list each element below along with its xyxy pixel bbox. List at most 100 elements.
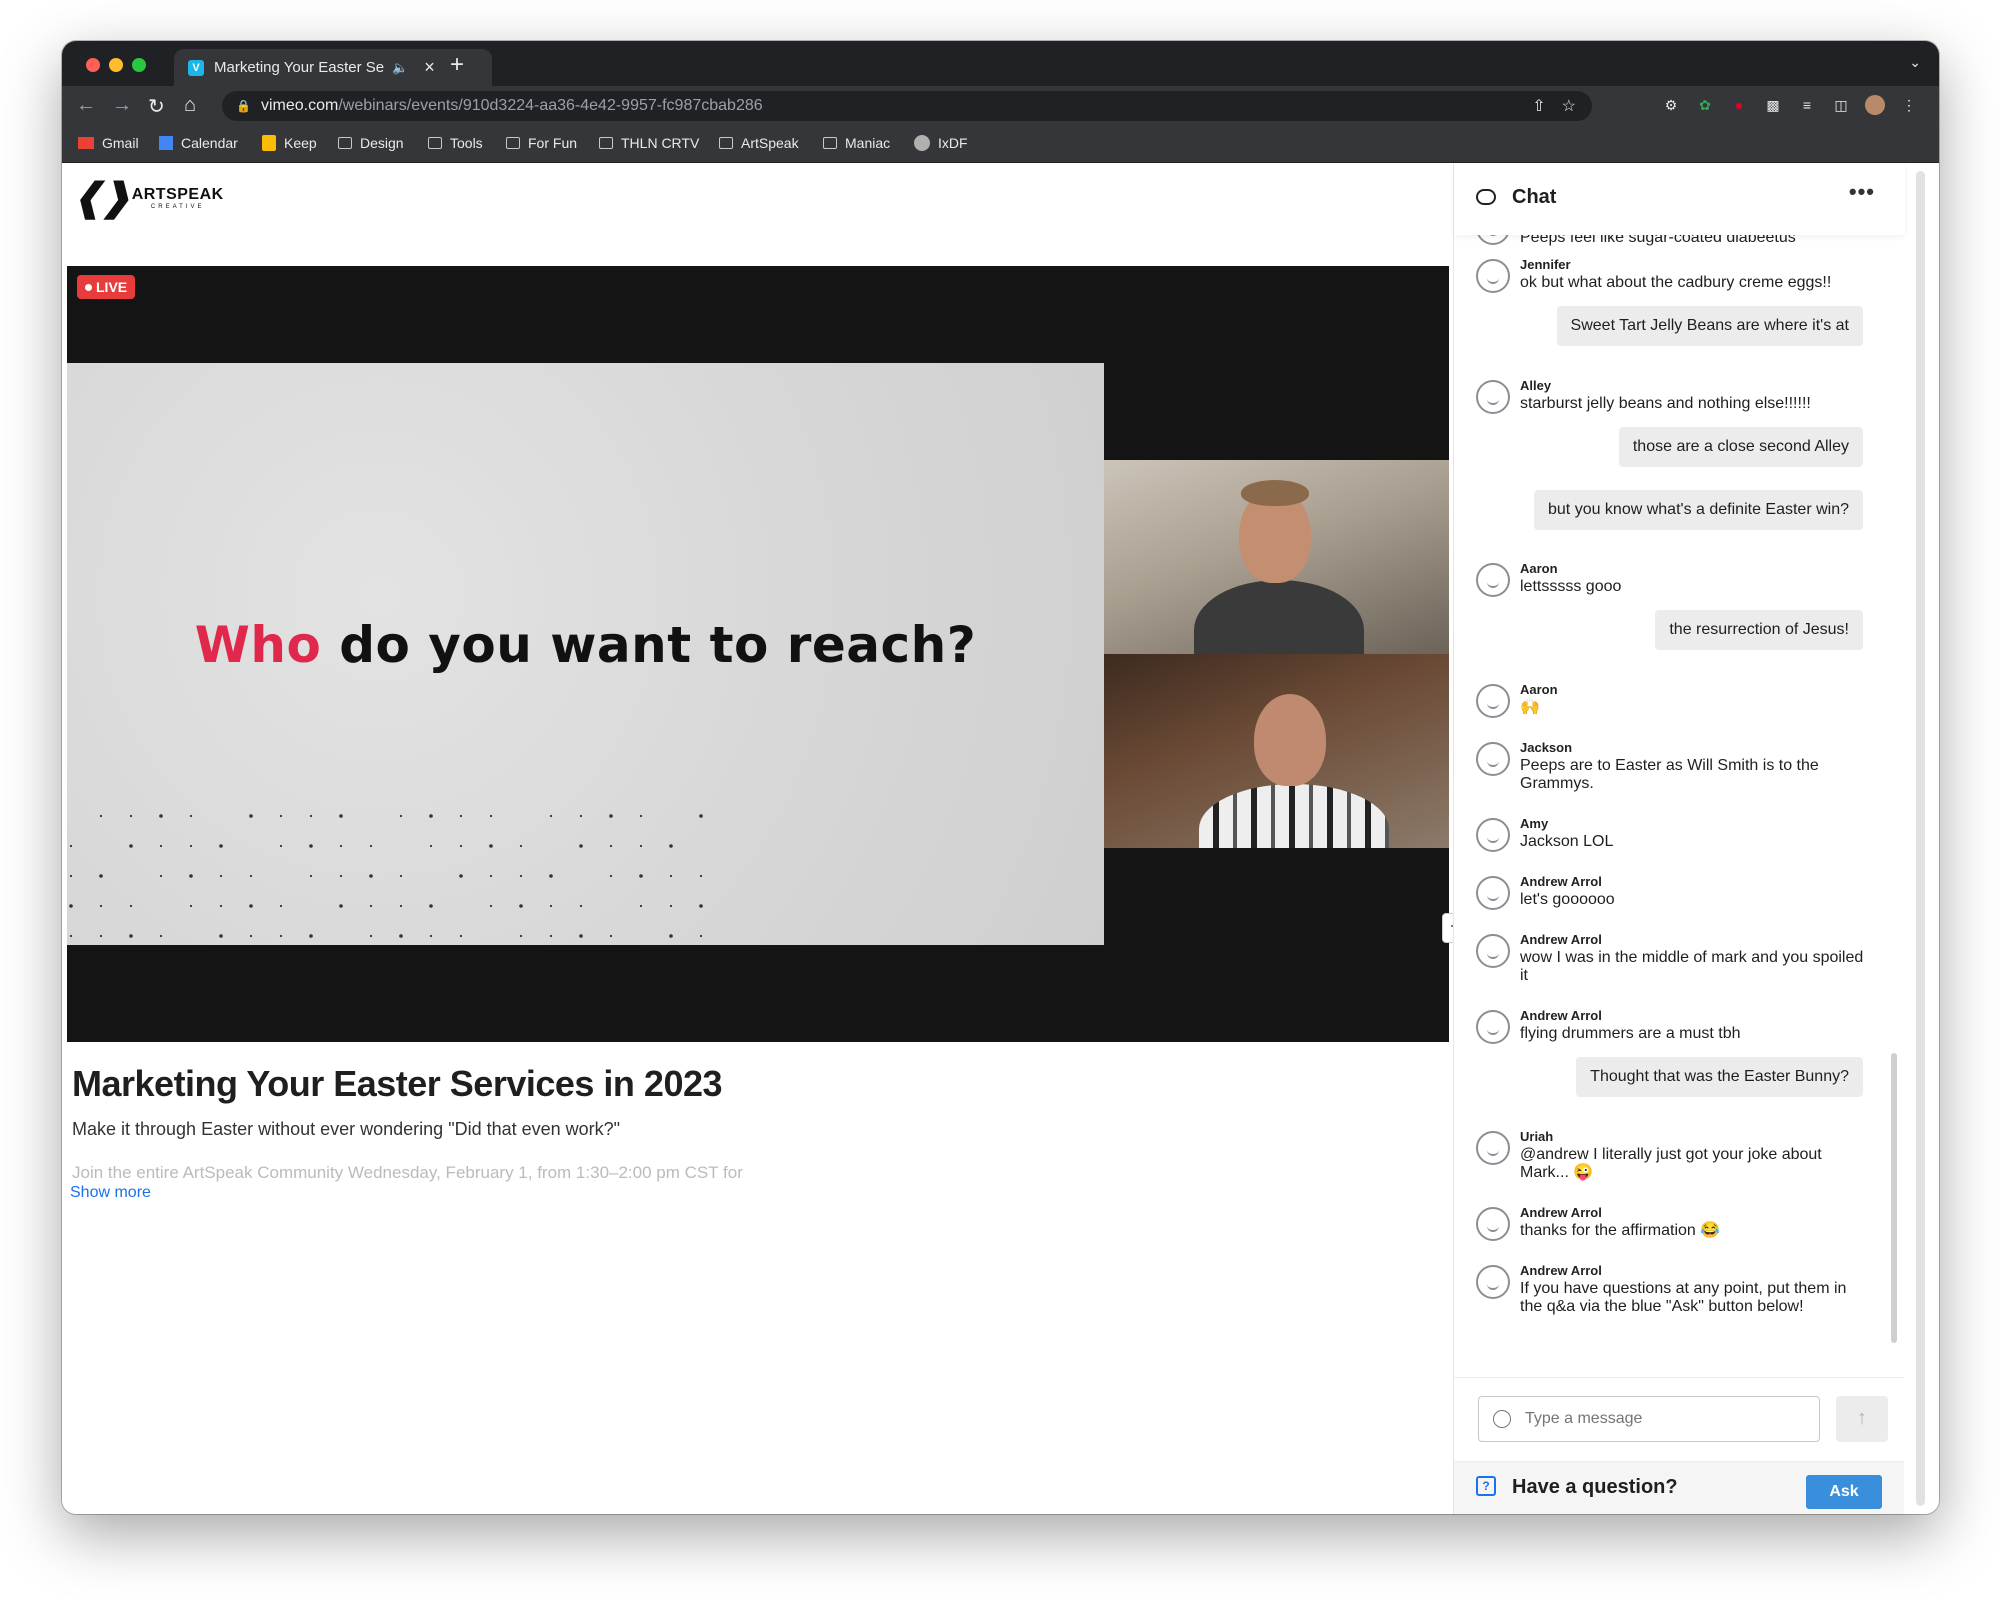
bookmark-label: ArtSpeak: [741, 135, 799, 151]
folder-icon: [599, 137, 613, 149]
chat-message-list[interactable]: Peeps feel like sugar-coated diabeetus J…: [1454, 235, 1905, 1377]
pattern-dot: [219, 904, 223, 908]
logo-text: ARTSPEAK CREATIVE: [132, 186, 224, 210]
chat-composer: ↑: [1454, 1377, 1905, 1462]
user-avatar-icon: [1476, 742, 1510, 776]
minimize-window-button[interactable]: [109, 58, 123, 72]
bookmark-keep[interactable]: Keep: [262, 135, 317, 151]
send-message-button[interactable]: ↑: [1836, 1396, 1888, 1442]
close-window-button[interactable]: [86, 58, 100, 72]
user-avatar-icon: [1476, 1131, 1510, 1165]
address-bar[interactable]: 🔒 vimeo.com/webinars/events/910d3224-aa3…: [222, 91, 1592, 121]
message-input[interactable]: [1523, 1409, 1807, 1429]
bookmark-star-icon[interactable]: ☆: [1562, 98, 1576, 115]
chat-message-text: Peeps feel like sugar-coated diabeetus: [1520, 235, 1796, 246]
pattern-dot: [489, 844, 493, 848]
bookmark-tools[interactable]: Tools: [428, 135, 483, 151]
reading-list-icon[interactable]: ≡: [1797, 95, 1817, 115]
chat-sender-name: Amy: [1520, 816, 1549, 831]
bookmark-design[interactable]: Design: [338, 135, 404, 151]
speaker-muted-icon[interactable]: 🔈: [392, 60, 408, 76]
chat-message-text: 🙌: [1520, 699, 1540, 716]
reload-icon[interactable]: ↻: [148, 94, 165, 119]
back-arrow-icon[interactable]: ←: [76, 94, 96, 117]
puzzle-extensions-icon[interactable]: ▩: [1763, 95, 1783, 115]
url-text[interactable]: vimeo.com/webinars/events/910d3224-aa36-…: [261, 97, 763, 115]
tab-search-chevron-icon[interactable]: ⌄: [1909, 54, 1921, 71]
message-input-wrapper[interactable]: [1478, 1396, 1820, 1442]
pattern-dot: [189, 904, 193, 908]
pattern-dot: [699, 934, 703, 938]
logo-sub: CREATIVE: [150, 203, 205, 210]
gear-extension-icon[interactable]: ⚙: [1661, 95, 1681, 115]
bookmark-artspeak[interactable]: ArtSpeak: [719, 135, 799, 151]
pattern-dot: [669, 874, 673, 878]
pattern-dot: [159, 934, 163, 938]
pattern-dot: [639, 814, 643, 818]
bookmark-calendar[interactable]: Calendar: [159, 135, 238, 151]
pattern-dot: [339, 844, 343, 848]
bookmark-maniac[interactable]: Maniac: [823, 135, 890, 151]
chat-sender-name: Uriah: [1520, 1129, 1554, 1144]
bookmark-label: Tools: [450, 135, 483, 151]
user-avatar-icon: [1476, 934, 1510, 968]
chat-sender-name: Aaron: [1520, 682, 1558, 697]
chat-message-text: ok but what about the cadbury creme eggs…: [1520, 274, 1832, 291]
bookmark-label: Maniac: [845, 135, 891, 151]
page-scrollbar[interactable]: [1904, 163, 1939, 1514]
pattern-dot: [639, 904, 643, 908]
pattern-dot: [609, 814, 613, 818]
bookmark-for-fun[interactable]: For Fun: [506, 135, 577, 151]
pattern-dot: [189, 814, 193, 818]
chat-sender-name: Andrew Arrol: [1520, 1263, 1602, 1278]
chat-message-text: let's goooooo: [1520, 891, 1615, 908]
maximize-window-button[interactable]: [132, 58, 146, 72]
bookmark-ixdf[interactable]: IxDF: [914, 135, 968, 151]
pinterest-extension-icon[interactable]: ●: [1729, 95, 1749, 115]
new-tab-button[interactable]: +: [450, 51, 464, 79]
side-panel-icon[interactable]: ◫: [1831, 95, 1851, 115]
pattern-dot: [309, 874, 313, 878]
artspeak-logo[interactable]: ❰❱ ARTSPEAK CREATIVE: [72, 175, 224, 220]
lock-icon[interactable]: 🔒: [236, 99, 251, 113]
question-icon: ?: [1476, 1476, 1496, 1496]
chat-scrollbar[interactable]: [1891, 243, 1897, 1363]
page-scrollbar-thumb[interactable]: [1916, 171, 1925, 1506]
chat-more-options-icon[interactable]: •••: [1849, 179, 1875, 205]
pattern-dot: [219, 934, 223, 938]
dot-pattern-decoration: [69, 814, 703, 938]
close-tab-icon[interactable]: ×: [424, 57, 435, 78]
home-icon[interactable]: ⌂: [184, 94, 196, 117]
own-chat-message: but you know what's a definite Easter wi…: [1534, 490, 1863, 530]
browser-tab-active[interactable]: V Marketing Your Easter Ser… 🔈 ×: [174, 49, 492, 86]
chat-message-text: starburst jelly beans and nothing else!!…: [1520, 395, 1811, 412]
pattern-dot: [699, 874, 703, 878]
video-player[interactable]: LIVE Who do you want to reach?: [67, 266, 1449, 1042]
tab-strip: V Marketing Your Easter Ser… 🔈 × + ⌄: [62, 41, 1939, 86]
ask-button[interactable]: Ask: [1806, 1475, 1882, 1509]
chat-scrollbar-thumb[interactable]: [1891, 1053, 1897, 1343]
bookmarks-bar: Gmail Calendar Keep Design Tools For Fun…: [62, 126, 1939, 163]
forward-arrow-icon[interactable]: →: [112, 94, 132, 117]
pattern-dot: [249, 934, 253, 938]
own-chat-message: the resurrection of Jesus!: [1655, 610, 1863, 650]
profile-avatar-icon[interactable]: [1865, 95, 1885, 115]
emoji-picker-icon[interactable]: [1493, 1410, 1511, 1428]
pattern-dot: [309, 934, 313, 938]
pattern-dot: [669, 934, 673, 938]
browser-menu-kebab-icon[interactable]: ⋮: [1899, 95, 1919, 115]
bookmark-label: Design: [360, 135, 404, 151]
show-more-link[interactable]: Show more: [70, 1184, 151, 1202]
share-icon[interactable]: ⇧: [1532, 98, 1545, 115]
pattern-dot: [99, 874, 103, 878]
pattern-dot: [309, 844, 313, 848]
bookmark-gmail[interactable]: Gmail: [78, 135, 139, 151]
bookmark-thln-crtv[interactable]: THLN CRTV: [599, 135, 699, 151]
leaf-extension-icon[interactable]: ✿: [1695, 95, 1715, 115]
pattern-dot: [339, 874, 343, 878]
pattern-dot: [279, 814, 283, 818]
pattern-dot: [69, 904, 73, 908]
pattern-dot: [99, 904, 103, 908]
own-chat-message: Sweet Tart Jelly Beans are where it's at: [1556, 306, 1863, 346]
folder-icon: [338, 137, 352, 149]
